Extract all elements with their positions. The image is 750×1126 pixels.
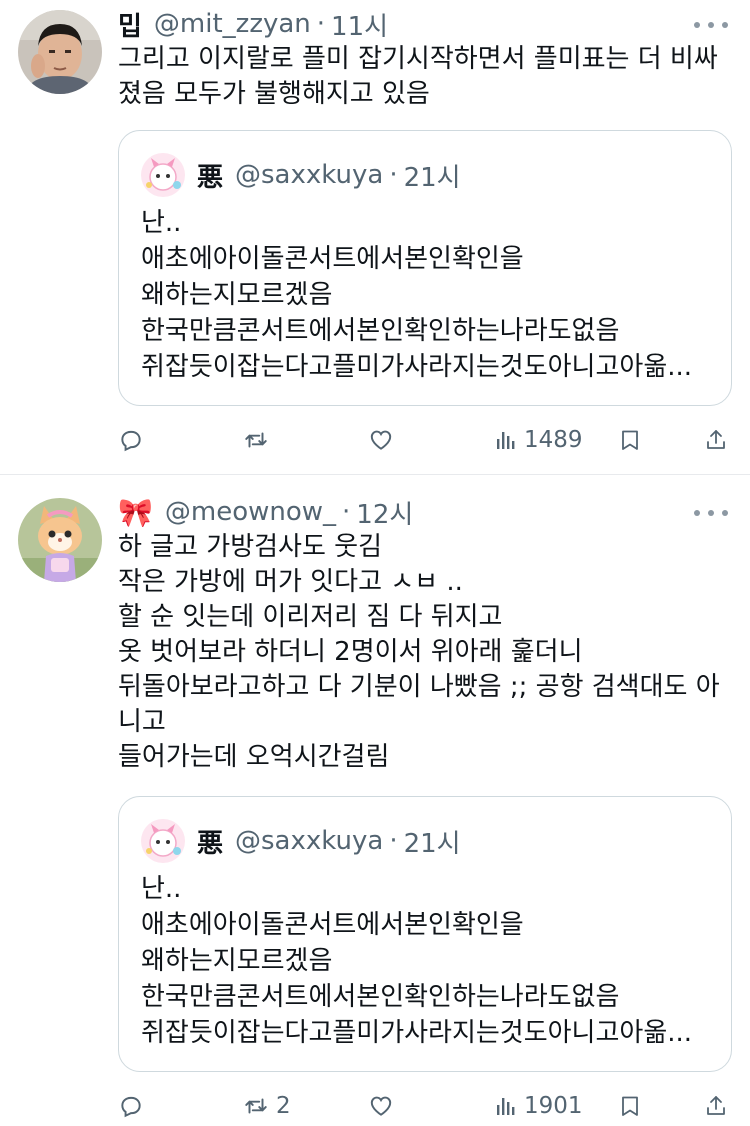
user-handle[interactable]: @meownow_	[165, 497, 336, 527]
quote-display-name: 悪	[197, 828, 224, 859]
quote-user-handle: @saxxkuya	[235, 160, 384, 190]
more-options-icon[interactable]	[694, 501, 728, 525]
share-icon	[707, 430, 725, 449]
quote-avatar	[141, 819, 185, 863]
timestamp[interactable]: 12시	[356, 494, 413, 531]
quote-display-name: 悪	[197, 162, 224, 193]
share-button[interactable]	[704, 1086, 728, 1126]
more-options-icon[interactable]	[694, 13, 728, 37]
quoted-tweet[interactable]: 悪 @saxxkuya · 21시 난.. 애초에아이돌콘서트에서본인확인을 왜…	[118, 796, 732, 1072]
avatar[interactable]	[18, 10, 102, 94]
view-count: 1489	[524, 427, 583, 453]
quoted-tweet[interactable]: 悪 @saxxkuya · 21시 난.. 애초에아이돌콘서트에서본인확인을 왜…	[118, 130, 732, 406]
quote-avatar	[141, 153, 185, 197]
heart-icon	[370, 1096, 392, 1116]
retweet-button[interactable]	[242, 420, 276, 460]
like-button[interactable]	[368, 1086, 400, 1126]
quote-header: 悪 @saxxkuya · 21시	[141, 153, 461, 197]
quote-timestamp: 21시	[403, 828, 461, 859]
tweet-1[interactable]: 밉 @mit_zzyan · 11시 그리고 이지랄로 플미 잡기시작하면서 플…	[0, 0, 750, 474]
view-count: 1901	[524, 1093, 583, 1119]
action-bar: 1489	[118, 420, 738, 460]
separator-dot: ·	[342, 497, 351, 527]
separator-dot: ·	[389, 160, 398, 190]
reply-button[interactable]	[118, 420, 150, 460]
display-name[interactable]: 🎀	[118, 496, 153, 529]
views-button[interactable]: 1901	[494, 1086, 583, 1126]
action-bar: 2 1901	[118, 1086, 738, 1126]
reply-button[interactable]	[118, 1086, 150, 1126]
tweet-2[interactable]: 🎀 @meownow_ · 12시 하 글고 가방검사도 웃김 작은 가방에 머…	[0, 474, 750, 1124]
user-handle[interactable]: @mit_zzyan	[154, 9, 311, 39]
timestamp[interactable]: 11시	[331, 6, 388, 43]
quote-header: 悪 @saxxkuya · 21시	[141, 819, 461, 863]
retweet-icon	[245, 432, 267, 448]
bookmark-icon	[622, 1096, 638, 1116]
views-button[interactable]: 1489	[494, 420, 583, 460]
bookmark-button[interactable]	[618, 420, 642, 460]
like-button[interactable]	[368, 420, 400, 460]
views-icon	[497, 432, 515, 449]
reply-icon	[121, 1096, 141, 1118]
reply-icon	[121, 430, 141, 452]
tweet-text: 하 글고 가방검사도 웃김 작은 가방에 머가 잇다고 ㅅㅂ .. 할 순 잇는…	[118, 532, 720, 772]
share-icon	[707, 1096, 725, 1115]
separator-dot: ·	[316, 9, 326, 39]
display-name[interactable]: 밉	[118, 6, 142, 43]
tweet-text: 그리고 이지랄로 플미 잡기시작하면서 플미표는 더 비싸 졌음 모두가 불행해…	[118, 44, 718, 109]
separator-dot: ·	[389, 826, 398, 856]
tweet-header: 🎀 @meownow_ · 12시	[118, 492, 413, 532]
quote-text: 난.. 애초에아이돌콘서트에서본인확인을 왜하는지모르겠음 한국만큼콘서트에서본…	[141, 874, 693, 1048]
quote-timestamp: 21시	[403, 162, 461, 193]
quote-text: 난.. 애초에아이돌콘서트에서본인확인을 왜하는지모르겠음 한국만큼콘서트에서본…	[141, 208, 693, 382]
bookmark-icon	[622, 430, 638, 450]
views-icon	[497, 1098, 515, 1115]
share-button[interactable]	[704, 420, 728, 460]
heart-icon	[370, 430, 392, 450]
retweet-icon	[245, 1098, 267, 1114]
tweet-header: 밉 @mit_zzyan · 11시	[118, 4, 388, 44]
retweet-count: 2	[276, 1093, 291, 1119]
quote-user-handle: @saxxkuya	[235, 826, 384, 856]
retweet-button[interactable]: 2	[242, 1086, 291, 1126]
avatar[interactable]	[18, 498, 102, 582]
bookmark-button[interactable]	[618, 1086, 642, 1126]
